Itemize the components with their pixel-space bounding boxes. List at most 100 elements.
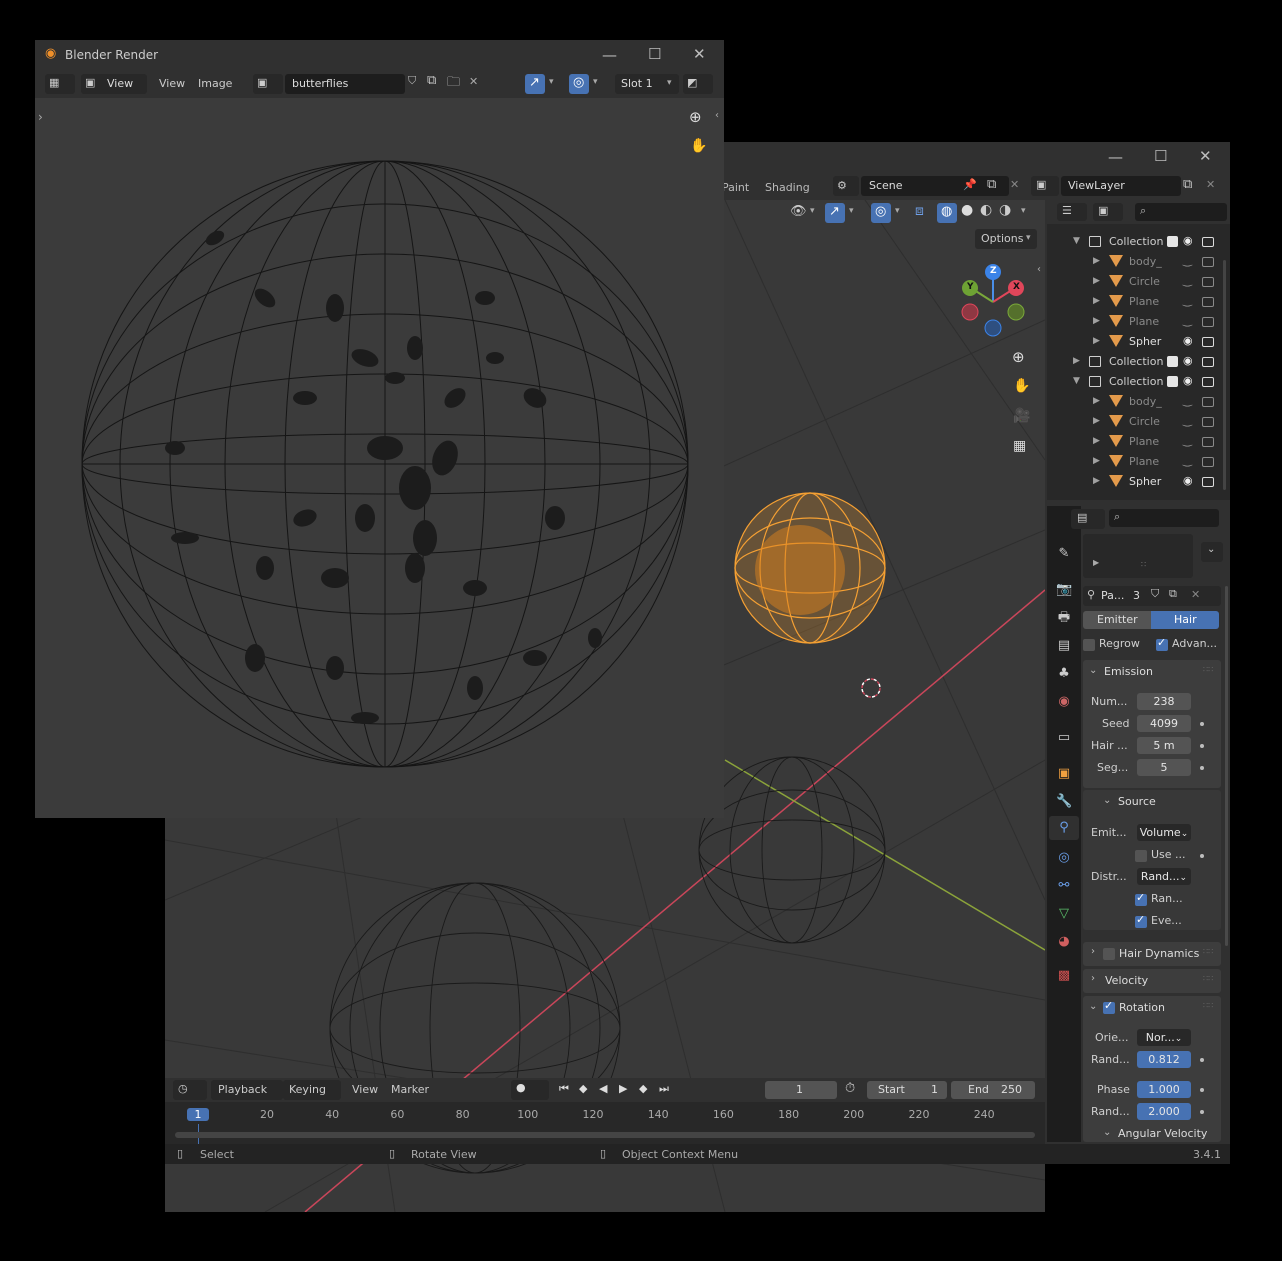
properties-search-input[interactable]: ⌕ xyxy=(1109,509,1219,527)
advanced-checkbox[interactable] xyxy=(1156,636,1168,651)
render-canvas[interactable]: › ⊕ ‹ ✋ xyxy=(35,98,724,818)
outliner-row[interactable]: ▶ Plane ‿ xyxy=(1047,432,1230,452)
jump-end-icon[interactable]: ⏭ xyxy=(659,1082,669,1096)
properties-scrollbar[interactable] xyxy=(1225,586,1228,946)
angular-velocity-title[interactable]: Angular Velocity xyxy=(1118,1127,1207,1140)
keyframe-dot[interactable] xyxy=(1200,766,1204,770)
keying-menu[interactable]: Keying xyxy=(283,1080,341,1100)
chevron-down-icon[interactable]: ▾ xyxy=(593,77,598,87)
regrow-checkbox[interactable] xyxy=(1083,639,1095,651)
hair-dynamics-panel[interactable]: › Hair Dynamics ∷∷ xyxy=(1083,942,1221,966)
pan-hand-icon[interactable]: ✋ xyxy=(690,138,707,154)
exclude-checkbox[interactable] xyxy=(1167,236,1178,247)
expand-right-icon[interactable]: ▶ xyxy=(1093,296,1100,306)
play-reverse-icon[interactable]: ◀ xyxy=(599,1082,607,1095)
chevron-right-icon[interactable]: › xyxy=(1091,946,1095,957)
end-frame-field[interactable]: End 250 xyxy=(951,1081,1035,1099)
eye-closed-icon[interactable]: ‿ xyxy=(1183,414,1192,427)
tab-paint[interactable]: Paint xyxy=(722,181,749,194)
zoom-icon[interactable]: ⊕ xyxy=(1012,348,1025,366)
eye-closed-icon[interactable]: ‿ xyxy=(1183,314,1192,327)
render-camera-icon[interactable] xyxy=(1202,317,1214,327)
toolbar-toggle-icon[interactable]: › xyxy=(38,110,43,124)
keyframe-dot[interactable] xyxy=(1200,744,1204,748)
image-menu[interactable]: Image xyxy=(198,77,232,90)
exclude-checkbox[interactable] xyxy=(1167,376,1178,387)
source-title[interactable]: Source xyxy=(1118,795,1156,808)
minimize-icon[interactable]: — xyxy=(1108,148,1123,166)
render-camera-icon[interactable] xyxy=(1202,257,1214,267)
timeline-scrollbar[interactable] xyxy=(175,1132,1035,1138)
drag-handle-icon[interactable]: ∷∷ xyxy=(1203,1001,1213,1010)
even-distribution-checkbox[interactable] xyxy=(1135,913,1147,928)
tab-shading[interactable]: Shading xyxy=(765,181,810,194)
new-viewlayer-icon[interactable]: ⧉ xyxy=(1183,177,1192,192)
drag-handle-icon[interactable]: ∷∷ xyxy=(1203,974,1213,983)
minimize-icon[interactable]: — xyxy=(602,46,617,64)
texture-tab-icon[interactable]: ▩ xyxy=(1056,968,1072,984)
outliner-row[interactable]: ▶ Spher ◉ xyxy=(1047,472,1230,492)
visibility-icon[interactable]: 👁 xyxy=(790,204,807,219)
eye-icon[interactable]: ◉ xyxy=(1183,474,1193,487)
zoom-icon[interactable]: ⊕ xyxy=(689,108,702,126)
expand-right-icon[interactable]: ▶ xyxy=(1093,336,1100,346)
expand-right-icon[interactable]: ▶ xyxy=(1073,356,1080,366)
number-field[interactable]: 238 xyxy=(1137,693,1191,710)
outliner-row[interactable]: ▶ body_ ‿ xyxy=(1047,252,1230,272)
chevron-down-icon[interactable]: ▾ xyxy=(810,206,815,216)
randomize-orientation-field[interactable]: 0.812 xyxy=(1137,1051,1191,1068)
particle-settings-row[interactable]: ⚲ Pa... 3 ⛉ ⧉ ✕ xyxy=(1083,586,1221,606)
keyframe-dot[interactable] xyxy=(1200,1110,1204,1114)
outliner-search-input[interactable]: ⌕ xyxy=(1135,203,1227,221)
render-camera-icon[interactable] xyxy=(1202,357,1214,367)
chevron-down-icon[interactable]: ⌄ xyxy=(1089,665,1097,676)
keyframe-dot[interactable] xyxy=(1200,1088,1204,1092)
orientation-dropdown[interactable]: Nor...⌄ xyxy=(1137,1029,1191,1046)
view-menu[interactable]: View xyxy=(159,77,185,90)
render-camera-icon[interactable] xyxy=(1202,377,1214,387)
outliner-row[interactable]: ▶ body_ ‿ xyxy=(1047,392,1230,412)
keyframe-dot[interactable] xyxy=(1200,1058,1204,1062)
world-tab-icon[interactable]: ◉ xyxy=(1056,694,1072,710)
expand-right-icon[interactable]: ▶ xyxy=(1093,456,1100,466)
physics-tab-icon[interactable]: ◎ xyxy=(1056,850,1072,866)
drag-handle-icon[interactable]: ∷∷ xyxy=(1203,665,1213,674)
fake-user-shield-icon[interactable]: ⛉ xyxy=(408,74,416,88)
list-menu-button[interactable]: ⌄ xyxy=(1201,542,1223,562)
sidebar-toggle-icon[interactable]: ‹ xyxy=(715,110,719,121)
display-mode-button[interactable]: ▣ xyxy=(1093,203,1123,221)
outliner-scrollbar[interactable] xyxy=(1223,260,1226,490)
expand-right-icon[interactable]: ▶ xyxy=(1093,396,1100,406)
ortho-grid-icon[interactable]: ▦ xyxy=(1013,438,1026,454)
seed-field[interactable]: 4099 xyxy=(1137,715,1191,732)
eye-closed-icon[interactable]: ‿ xyxy=(1183,274,1192,287)
data-tab-icon[interactable]: ▽ xyxy=(1056,906,1072,922)
modifier-tab-icon[interactable]: 🔧 xyxy=(1056,794,1072,810)
render-gizmo-toggle-button[interactable]: ↗ xyxy=(525,74,545,94)
current-frame-field[interactable]: 1 xyxy=(765,1081,837,1099)
xray-icon[interactable]: ⧈ xyxy=(915,203,924,219)
pin-icon[interactable]: 📌 xyxy=(963,178,977,191)
view-mode-dropdown[interactable]: ▣ View xyxy=(81,74,147,94)
stopwatch-icon[interactable]: ⏱ xyxy=(845,1081,855,1096)
delete-scene-icon[interactable]: ✕ xyxy=(1010,178,1019,191)
scene-tab-icon[interactable]: ♣ xyxy=(1056,666,1072,682)
camera-icon[interactable]: 🎥 xyxy=(1013,408,1030,424)
outliner-editor-type-button[interactable]: ☰ xyxy=(1057,203,1087,221)
material-tab-icon[interactable]: ◕ xyxy=(1056,934,1072,950)
start-frame-field[interactable]: Start 1 xyxy=(867,1081,947,1099)
expand-down-icon[interactable]: ▼ xyxy=(1073,236,1080,246)
distribution-dropdown[interactable]: Rand...⌄ xyxy=(1137,868,1191,885)
drag-handle-icon[interactable]: ∷∷ xyxy=(1203,947,1213,956)
outliner-row[interactable]: ▶ Collection ◉ xyxy=(1047,352,1230,372)
type-hair-button[interactable]: Hair xyxy=(1151,611,1219,629)
expand-triangle-icon[interactable]: ▶ xyxy=(1093,558,1099,567)
solid-shading-icon[interactable]: ● xyxy=(961,202,973,218)
expand-right-icon[interactable]: ▶ xyxy=(1093,436,1100,446)
object-tab-icon[interactable]: ▣ xyxy=(1056,766,1072,782)
prev-keyframe-icon[interactable]: ◆ xyxy=(579,1082,587,1095)
chevron-down-icon[interactable]: ▾ xyxy=(895,206,900,216)
marker-menu[interactable]: Marker xyxy=(391,1083,429,1096)
properties-editor-type-button[interactable]: ▤ xyxy=(1071,509,1105,529)
new-image-icon[interactable]: ⧉ xyxy=(427,73,436,88)
